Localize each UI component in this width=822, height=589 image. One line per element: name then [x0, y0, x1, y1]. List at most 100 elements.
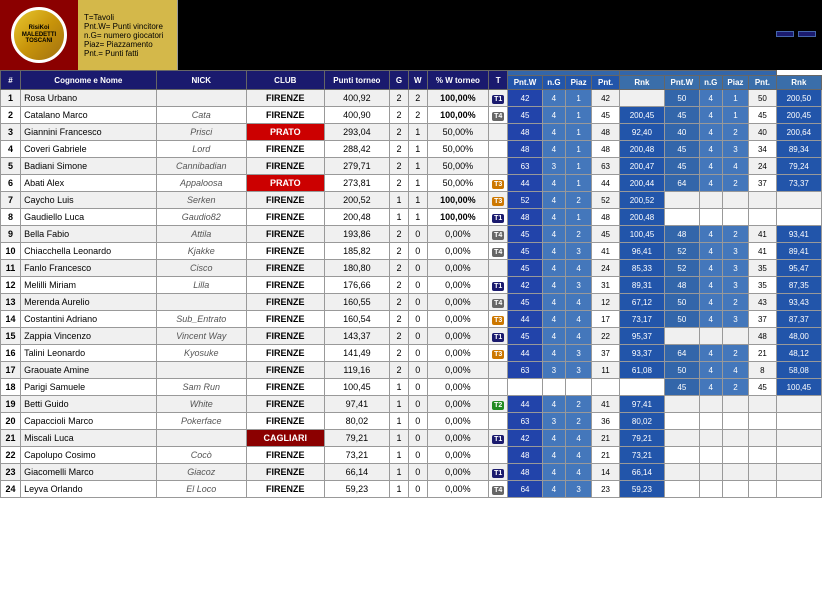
c1-piaz-cell: 2 [565, 226, 591, 243]
c2-pnt-cell: 37 [749, 175, 777, 192]
nick-cell: Sam Run [156, 379, 246, 396]
pos-cell: 22 [1, 447, 21, 464]
c2-ng-cell: 4 [699, 175, 722, 192]
g-cell: 2 [390, 243, 409, 260]
c1-pnt-cell: 44 [592, 175, 620, 192]
pts-cell: 400,92 [324, 90, 389, 107]
legend-item-3: n.G= numero giocatori [84, 31, 171, 40]
c1-piaz-cell: 1 [565, 124, 591, 141]
club-cell: FIRENZE [246, 464, 324, 481]
c2-ng-cell: 4 [699, 243, 722, 260]
w-cell: 0 [408, 294, 427, 311]
pts-cell: 79,21 [324, 430, 389, 447]
w-cell: 0 [408, 396, 427, 413]
c1-piaz-cell [565, 379, 591, 396]
rnk-cell: 93,37 [619, 345, 664, 362]
c1-pntw-cell: 63 [508, 362, 543, 379]
logo-area: RisiKoiMALEDETTITOSCANI [0, 0, 78, 70]
c2-pnt-cell [749, 447, 777, 464]
g-cell: 2 [390, 362, 409, 379]
c1-piaz-cell: 1 [565, 209, 591, 226]
g-cell: 1 [390, 447, 409, 464]
g-cell: 2 [390, 345, 409, 362]
c1-ng-cell: 4 [542, 209, 565, 226]
c2-pntw-cell: 50 [665, 311, 700, 328]
c1-pntw-cell: 45 [508, 243, 543, 260]
c1-ng-cell: 4 [542, 226, 565, 243]
t-cell: T3 [489, 345, 508, 362]
name-cell: Miscali Luca [21, 430, 157, 447]
c2-pntw-cell [665, 481, 700, 498]
table-row: 6 Abati Alex Appaloosa PRATO 273,81 2 1 … [1, 175, 822, 192]
c1-piaz-cell: 1 [565, 107, 591, 124]
t-cell: T4 [489, 226, 508, 243]
rnk-cell: 48,12 [776, 345, 821, 362]
table-row: 19 Betti Guido White FIRENZE 97,41 1 0 0… [1, 396, 822, 413]
pct-cell: 100,00% [427, 90, 488, 107]
c2-piaz-cell [722, 396, 748, 413]
nick-cell: Gaudio82 [156, 209, 246, 226]
pts-cell: 160,54 [324, 311, 389, 328]
pct-cell: 0,00% [427, 396, 488, 413]
name-cell: Rosa Urbano [21, 90, 157, 107]
c2-piaz-cell [722, 447, 748, 464]
c2-pnt-cell: 37 [749, 311, 777, 328]
club-cell: FIRENZE [246, 345, 324, 362]
rnk-cell: 67,12 [619, 294, 664, 311]
c1-ng-cell: 4 [542, 192, 565, 209]
c1-piaz-cell: 4 [565, 294, 591, 311]
c2-ng-cell: 4 [699, 158, 722, 175]
c1-ng-cell: 4 [542, 90, 565, 107]
c2-pnt-cell: 34 [749, 141, 777, 158]
g-cell: 2 [390, 175, 409, 192]
table-row: 20 Capaccioli Marco Pokerface FIRENZE 80… [1, 413, 822, 430]
club-cell: FIRENZE [246, 447, 324, 464]
rnk-cell: 79,24 [776, 158, 821, 175]
c2-pntw-cell [665, 396, 700, 413]
c2-piaz-cell: 2 [722, 345, 748, 362]
c1-pnt-cell: 45 [592, 107, 620, 124]
c1-ng-cell: 4 [542, 345, 565, 362]
c2-piaz-cell [722, 209, 748, 226]
c1-ng-cell: 4 [542, 430, 565, 447]
c2-pnt-cell: 8 [749, 362, 777, 379]
pct-cell: 0,00% [427, 413, 488, 430]
pts-cell: 143,37 [324, 328, 389, 345]
pct-cell: 50,00% [427, 141, 488, 158]
legend-item-5: Pnt.= Punti fatti [84, 49, 171, 58]
pos-cell: 21 [1, 430, 21, 447]
c1-ng-cell: 4 [542, 260, 565, 277]
pts-cell: 180,80 [324, 260, 389, 277]
col-c2-rnk: Rnk [776, 76, 821, 90]
pts-cell: 59,23 [324, 481, 389, 498]
c1-pntw-cell: 63 [508, 413, 543, 430]
t-cell [489, 362, 508, 379]
c2-pnt-cell: 43 [749, 294, 777, 311]
rnk-cell: 200,50 [776, 90, 821, 107]
rnk-cell: 59,23 [619, 481, 664, 498]
col-c1-ng: n.G [542, 76, 565, 90]
t-cell: T1 [489, 209, 508, 226]
c2-piaz-cell: 2 [722, 226, 748, 243]
c2-piaz-cell [722, 464, 748, 481]
c1-pntw-cell: 44 [508, 396, 543, 413]
col-c2-rnk-prev: Rnk [619, 76, 664, 90]
c1-pntw-cell: 44 [508, 175, 543, 192]
c1-pntw-cell: 42 [508, 277, 543, 294]
name-cell: Merenda Aurelio [21, 294, 157, 311]
nick-cell: Serken [156, 192, 246, 209]
c1-pntw-cell: 42 [508, 90, 543, 107]
rnk-cell: 58,08 [776, 362, 821, 379]
col-w: W [408, 71, 427, 90]
col-c2-piaz: Piaz [722, 76, 748, 90]
c2-pntw-cell: 48 [665, 277, 700, 294]
w-cell: 0 [408, 345, 427, 362]
rnk-cell: 200,45 [776, 107, 821, 124]
c2-pntw-cell: 64 [665, 345, 700, 362]
club-cell: PRATO [246, 124, 324, 141]
empty-cell [776, 413, 821, 430]
name-cell: Melilli Miriam [21, 277, 157, 294]
nick-cell: Vincent Way [156, 328, 246, 345]
c1-ng-cell: 3 [542, 158, 565, 175]
c2-pnt-cell: 35 [749, 277, 777, 294]
